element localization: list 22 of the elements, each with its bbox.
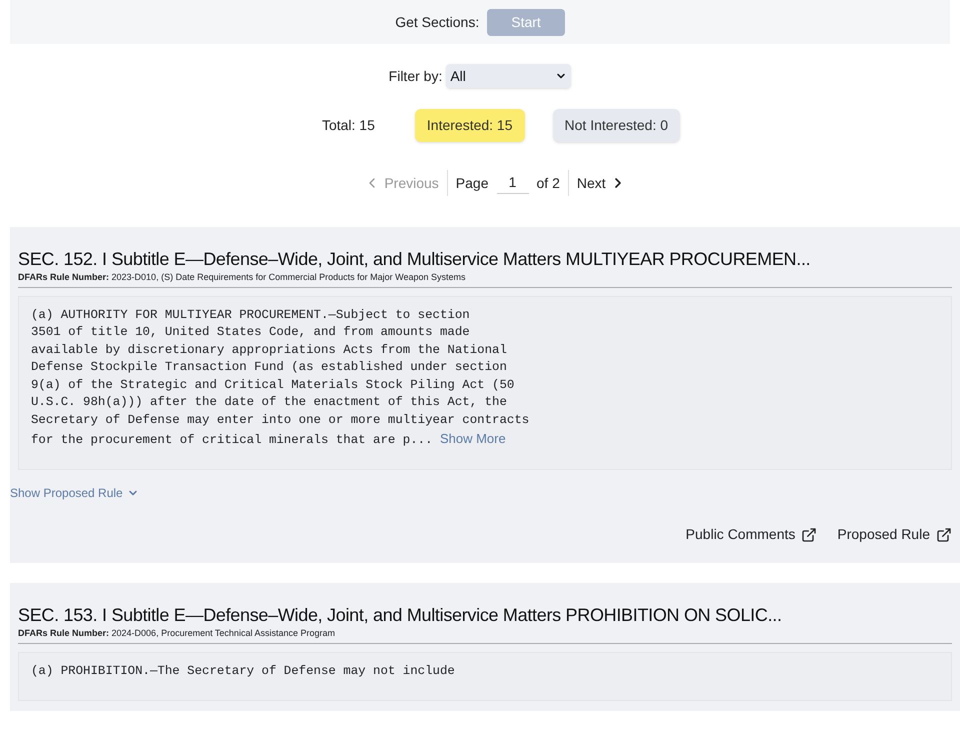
show-proposed-rule-toggle[interactable]: Show Proposed Rule	[10, 484, 139, 502]
filter-select[interactable]: All	[446, 64, 572, 88]
filter-label: Filter by:	[388, 66, 442, 86]
section-title: SEC. 153. I Subtitle E—Defense–Wide, Joint, and Multiservice Matters PROHIBITION ON SOLIC...	[18, 604, 783, 628]
get-sections-label: Get Sections:	[395, 12, 480, 32]
page-input[interactable]: 1	[496, 172, 528, 194]
count-label: Total: 15	[320, 116, 376, 135]
page-label: Page	[456, 174, 488, 193]
rule-number: DFARs Rule Number: 2023-D010, (S) Date Requirements for Commercial Products for Major Weapon Systems	[18, 271, 952, 288]
rule-number: DFARs Rule Number: 2024-D006, Procurement Technical Assistance Program	[18, 627, 952, 644]
external-link-icon	[801, 526, 818, 543]
next-button[interactable]: Next	[568, 170, 626, 196]
section-text: (a) AUTHORITY FOR MULTIYEAR PROCUREMENT.—Subject to section 3501 of title 10, United States Code, and from amounts made available by discretionary appropriations Acts from the National Defense Stockpile Transaction Fund (as established under section 9(a) of the Strategic and Critical Materials Stock Piling Act (50 U.S.C. 98h(a))) after the date of the enactment of this Act, the Secretary of Defense may enter into one or more multiyear contracts for the procurement of critical minerals that are p... Show More	[18, 296, 952, 470]
show-more-link[interactable]: Show More	[440, 430, 506, 446]
count-label[interactable]: Interested: 15	[414, 109, 525, 142]
section-title: SEC. 152. I Subtitle E—Defense–Wide, Joint, and Multiservice Matters MULTIYEAR PROCUREMEN...	[18, 248, 812, 271]
section-text: (a) PROHIBITION.—The Secretary of Defense may not include	[18, 652, 952, 702]
external-link[interactable]: Public Comments	[686, 524, 818, 546]
page-count: of 2	[536, 174, 560, 192]
count-label[interactable]: Not Interested: 0	[552, 109, 680, 142]
external-link-icon	[936, 526, 952, 543]
external-link[interactable]: Proposed Rule	[837, 524, 952, 546]
